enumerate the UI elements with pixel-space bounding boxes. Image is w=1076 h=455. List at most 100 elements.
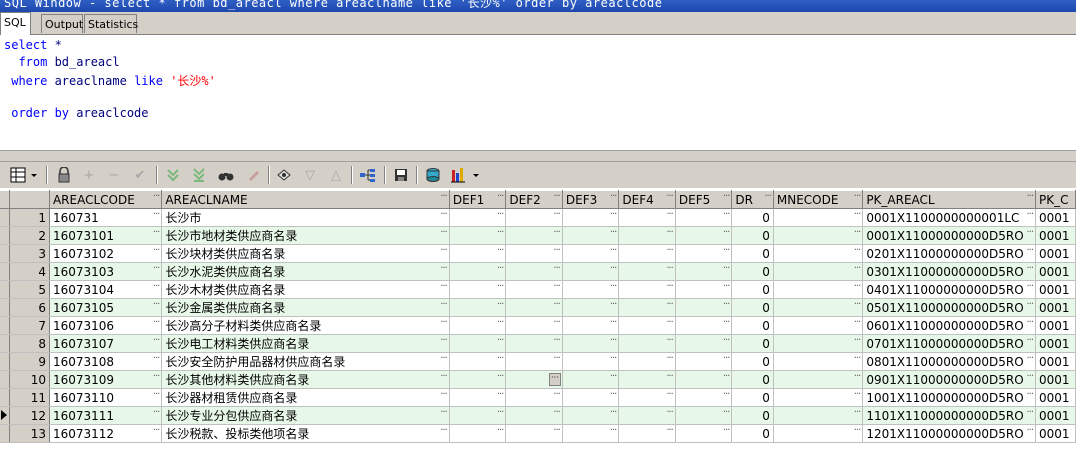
tab-sql[interactable]: SQL bbox=[0, 12, 31, 35]
cell-def3[interactable]: ··· bbox=[562, 298, 620, 317]
cell-areaclname[interactable]: 长沙市 ··· bbox=[161, 208, 450, 227]
cell-mnecode[interactable]: ··· bbox=[773, 208, 864, 227]
cell-areaclname[interactable]: 长沙税款、投标类他项名录 ··· bbox=[161, 424, 450, 443]
find-icon[interactable] bbox=[216, 165, 236, 185]
cell-areaclname[interactable]: 长沙电工材料类供应商名录 ··· bbox=[161, 334, 450, 353]
cell-def5[interactable]: ··· bbox=[675, 280, 733, 299]
cell-def5[interactable]: ··· bbox=[675, 406, 733, 425]
cell-pk-c[interactable]: 0001 bbox=[1035, 280, 1076, 299]
cell-areaclname[interactable]: 长沙其他材料类供应商名录 ··· bbox=[161, 370, 450, 389]
cell-areaclname[interactable]: 长沙金属类供应商名录 ··· bbox=[161, 298, 450, 317]
table-row[interactable]: 2 16073101 ··· 长沙市地材类供应商名录 ··· ··· ··· ··· ··· ··… bbox=[0, 226, 1076, 245]
header-areaclcode[interactable]: AREACLCODE ··· bbox=[49, 190, 163, 209]
cell-dr[interactable]: 0 bbox=[731, 424, 774, 443]
cell-pk-areacl[interactable]: 0401X11000000000D5RO ··· bbox=[862, 280, 1037, 299]
cell-pk-c[interactable]: 0001 bbox=[1035, 334, 1076, 353]
cell-mnecode[interactable]: ··· bbox=[773, 226, 864, 245]
cell-pk-areacl[interactable]: 0701X11000000000D5RO ··· bbox=[862, 334, 1037, 353]
cell-def4[interactable]: ··· bbox=[618, 406, 676, 425]
row-number[interactable]: 9 bbox=[9, 352, 50, 371]
header-dr[interactable]: DR ··· bbox=[731, 190, 774, 209]
cell-areaclname[interactable]: 长沙安全防护用品器材供应商名录 ··· bbox=[161, 352, 450, 371]
cell-def4[interactable]: ··· bbox=[618, 352, 676, 371]
cell-mnecode[interactable]: ··· bbox=[773, 298, 864, 317]
cell-pk-c[interactable]: 0001 bbox=[1035, 262, 1076, 281]
cell-pk-c[interactable]: 0001 bbox=[1035, 370, 1076, 389]
header-pk-areacl[interactable]: PK_AREACL ··· bbox=[862, 190, 1037, 209]
table-row[interactable]: 9 16073108 ··· 长沙安全防护用品器材供应商名录 ··· ··· ··· ··· ·… bbox=[0, 352, 1076, 371]
cell-areaclcode[interactable]: 16073106 ··· bbox=[49, 316, 163, 335]
cell-pk-c[interactable]: 0001 bbox=[1035, 226, 1076, 245]
row-number[interactable]: 6 bbox=[9, 298, 50, 317]
cell-def5[interactable]: ··· bbox=[675, 370, 733, 389]
cell-areaclcode[interactable]: 16073109 ··· bbox=[49, 370, 163, 389]
cell-areaclname[interactable]: 长沙器材租赁供应商名录 ··· bbox=[161, 388, 450, 407]
table-row[interactable]: 3 16073102 ··· 长沙块材类供应商名录 ··· ··· ··· ··· ··· ···… bbox=[0, 244, 1076, 263]
header-def5[interactable]: DEF5 ··· bbox=[675, 190, 733, 209]
cell-mnecode[interactable]: ··· bbox=[773, 406, 864, 425]
cell-pk-c[interactable]: 0001 bbox=[1035, 316, 1076, 335]
table-row[interactable]: 5 16073104 ··· 长沙木材类供应商名录 ··· ··· ··· ··· ··· ···… bbox=[0, 280, 1076, 299]
table-row[interactable]: 12 16073111 ··· 长沙专业分包供应商名录 ··· ··· ··· ··· ··· ·… bbox=[0, 406, 1076, 425]
cell-def4[interactable]: ··· bbox=[618, 298, 676, 317]
table-row[interactable]: 7 16073106 ··· 长沙高分子材料类供应商名录 ··· ··· ··· ··· ···… bbox=[0, 316, 1076, 335]
row-number[interactable]: 5 bbox=[9, 280, 50, 299]
header-mnecode[interactable]: MNECODE ··· bbox=[773, 190, 864, 209]
cell-def3[interactable]: ··· bbox=[562, 244, 620, 263]
cell-def4[interactable]: ··· bbox=[618, 208, 676, 227]
cell-areaclcode[interactable]: 16073107 ··· bbox=[49, 334, 163, 353]
cell-def2[interactable]: ··· bbox=[505, 226, 563, 245]
cell-def1[interactable]: ··· bbox=[449, 244, 507, 263]
editor-grid-splitter[interactable] bbox=[0, 151, 1076, 162]
cell-pk-areacl[interactable]: 0201X11000000000D5RO ··· bbox=[862, 244, 1037, 263]
table-row[interactable]: 8 16073107 ··· 长沙电工材料类供应商名录 ··· ··· ··· ··· ··· ·… bbox=[0, 334, 1076, 353]
cell-pk-areacl[interactable]: 0001X11000000000D5RO ··· bbox=[862, 226, 1037, 245]
cell-def4[interactable]: ··· bbox=[618, 334, 676, 353]
cell-def4[interactable]: ··· bbox=[618, 244, 676, 263]
cell-def5[interactable]: ··· bbox=[675, 298, 733, 317]
cell-def4[interactable]: ··· bbox=[618, 316, 676, 335]
cell-def4[interactable]: ··· bbox=[618, 424, 676, 443]
export-tree-icon[interactable] bbox=[358, 165, 378, 185]
add-record-icon[interactable]: + bbox=[79, 165, 99, 185]
cell-def1[interactable]: ··· bbox=[449, 388, 507, 407]
cell-pk-areacl[interactable]: 0601X11000000000D5RO ··· bbox=[862, 316, 1037, 335]
table-row[interactable]: 4 16073103 ··· 长沙水泥类供应商名录 ··· ··· ··· ··· ··· ···… bbox=[0, 262, 1076, 281]
chart-icon[interactable] bbox=[450, 165, 484, 185]
cell-def1[interactable]: ··· bbox=[449, 424, 507, 443]
cell-def3[interactable]: ··· bbox=[562, 208, 620, 227]
cell-mnecode[interactable]: ··· bbox=[773, 334, 864, 353]
cell-areaclcode[interactable]: 16073110 ··· bbox=[49, 388, 163, 407]
post-record-icon[interactable]: ✔ bbox=[130, 165, 150, 185]
cell-def3[interactable]: ··· bbox=[562, 262, 620, 281]
cell-dr[interactable]: 0 bbox=[731, 262, 774, 281]
cell-areaclcode[interactable]: 16073101 ··· bbox=[49, 226, 163, 245]
cell-mnecode[interactable]: ··· bbox=[773, 280, 864, 299]
cell-mnecode[interactable]: ··· bbox=[773, 244, 864, 263]
cell-pk-areacl[interactable]: 0001X1100000000001LC ··· bbox=[862, 208, 1037, 227]
cell-def1[interactable]: ··· bbox=[449, 226, 507, 245]
cell-def2[interactable]: ··· bbox=[505, 244, 563, 263]
cell-areaclname[interactable]: 长沙块材类供应商名录 ··· bbox=[161, 244, 450, 263]
cell-def4[interactable]: ··· bbox=[618, 226, 676, 245]
cell-def3[interactable]: ··· bbox=[562, 388, 620, 407]
result-grid[interactable]: AREACLCODE ··· AREACLNAME ··· DEF1 ··· DEF2… bbox=[0, 190, 1076, 455]
cell-areaclcode[interactable]: 16073112 ··· bbox=[49, 424, 163, 443]
table-row[interactable]: 11 16073110 ··· 长沙器材租赁供应商名录 ··· ··· ··· ··· ··· ·… bbox=[0, 388, 1076, 407]
cell-def2[interactable]: ··· bbox=[505, 280, 563, 299]
table-row[interactable]: 1 160731 ··· 长沙市 ··· ··· ··· ··· ··· ··· 0 ··· 0001X… bbox=[0, 208, 1076, 227]
cell-areaclcode[interactable]: 160731 ··· bbox=[49, 208, 163, 227]
cell-pk-c[interactable]: 0001 bbox=[1035, 352, 1076, 371]
row-number[interactable]: 3 bbox=[9, 244, 50, 263]
cell-def1[interactable]: ··· bbox=[449, 316, 507, 335]
cell-def1[interactable]: ··· bbox=[449, 280, 507, 299]
cell-areaclname[interactable]: 长沙高分子材料类供应商名录 ··· bbox=[161, 316, 450, 335]
cell-pk-areacl[interactable]: 1201X11000000000D5RO ··· bbox=[862, 424, 1037, 443]
cell-dr[interactable]: 0 bbox=[731, 280, 774, 299]
cell-pk-c[interactable]: 0001 bbox=[1035, 208, 1076, 227]
cell-dr[interactable]: 0 bbox=[731, 352, 774, 371]
cell-areaclcode[interactable]: 16073102 ··· bbox=[49, 244, 163, 263]
cell-dr[interactable]: 0 bbox=[731, 244, 774, 263]
cell-areaclname[interactable]: 长沙专业分包供应商名录 ··· bbox=[161, 406, 450, 425]
cell-def1[interactable]: ··· bbox=[449, 352, 507, 371]
